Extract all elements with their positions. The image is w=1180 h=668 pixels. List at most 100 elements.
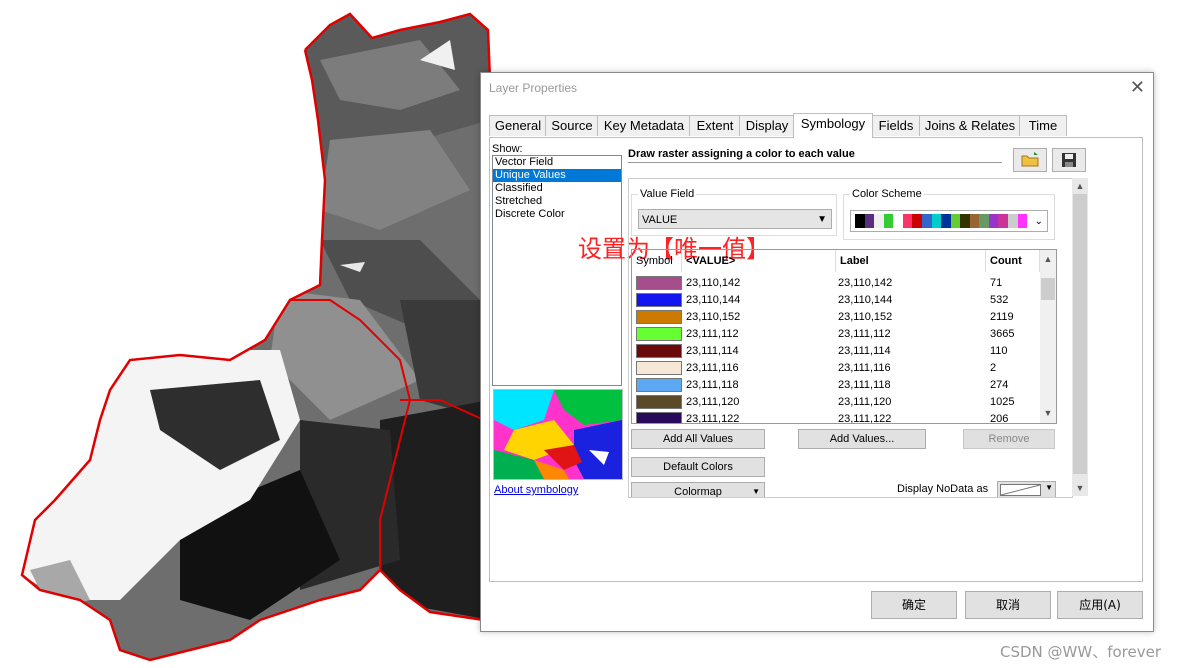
cancel-button[interactable]: 取消: [965, 591, 1051, 619]
show-item-stretched[interactable]: Stretched: [493, 195, 621, 208]
renderer-description: Draw raster assigning a color to each va…: [628, 148, 1002, 163]
scheme-color-swatch: [979, 214, 989, 228]
tab-joins-relates[interactable]: Joins & Relates: [919, 115, 1021, 136]
save-button[interactable]: [1052, 148, 1086, 172]
cell-label: 23,111,116: [838, 362, 891, 374]
show-list[interactable]: Vector Field Unique Values Classified St…: [492, 155, 622, 386]
cell-count: 3665: [990, 328, 1015, 340]
cell-value: 23,111,114: [686, 345, 739, 357]
tab-display[interactable]: Display: [739, 115, 795, 136]
show-item-classified[interactable]: Classified: [493, 182, 621, 195]
cell-label: 23,111,118: [838, 379, 891, 391]
ok-button[interactable]: 确定: [871, 591, 957, 619]
header-count[interactable]: Count: [986, 250, 1040, 272]
symbol-swatch[interactable]: [636, 276, 682, 290]
tab-key-metadata[interactable]: Key Metadata: [597, 115, 691, 136]
apply-button[interactable]: 应用(A): [1057, 591, 1143, 619]
cell-count: 71: [990, 277, 1003, 289]
add-values-button[interactable]: Add Values...: [798, 429, 926, 449]
show-item-unique-values[interactable]: Unique Values: [493, 169, 621, 182]
table-scrollbar[interactable]: ▲ ▼: [1040, 250, 1056, 423]
remove-button[interactable]: Remove: [963, 429, 1055, 449]
show-item-discrete-color[interactable]: Discrete Color: [493, 208, 621, 221]
scroll-down-icon[interactable]: ▼: [1040, 406, 1056, 420]
color-scheme-dropdown[interactable]: ⌄: [850, 210, 1048, 232]
default-colors-button[interactable]: Default Colors: [631, 457, 765, 477]
unique-values-panel: Value Field VALUE ▼ Color Scheme ⌄ Symbo…: [628, 178, 1073, 498]
chevron-down-icon: ▼: [1045, 483, 1053, 492]
tab-extent[interactable]: Extent: [689, 115, 741, 136]
scheme-color-swatch: [912, 214, 922, 228]
save-icon: [1062, 153, 1076, 167]
page-scroll-thumb[interactable]: [1073, 194, 1087, 474]
tab-fields[interactable]: Fields: [871, 115, 921, 136]
scheme-color-swatch: [864, 214, 875, 228]
cell-label: 23,110,142: [838, 277, 893, 289]
cell-value: 23,111,120: [686, 396, 740, 408]
title-bar[interactable]: Layer Properties ✕: [481, 73, 1153, 103]
tab-general[interactable]: General: [489, 115, 547, 136]
symbol-swatch[interactable]: [636, 395, 682, 409]
scheme-color-swatch: [950, 214, 961, 228]
cell-count: 206: [990, 413, 1009, 424]
scheme-color-swatch: [893, 214, 903, 228]
colormap-label: Colormap: [674, 486, 722, 498]
cell-count: 274: [990, 379, 1009, 391]
scroll-down-icon[interactable]: ▼: [1072, 481, 1088, 495]
symbol-swatch[interactable]: [636, 293, 682, 307]
values-table[interactable]: Symbol <VALUE> Label Count 23,110,142 23,…: [631, 249, 1057, 424]
symbol-swatch[interactable]: [636, 310, 682, 324]
table-row[interactable]: 23,111,114 23,111,114 110: [632, 343, 1038, 360]
symbol-swatch[interactable]: [636, 361, 682, 375]
value-field-value: VALUE: [642, 214, 678, 226]
colormap-button[interactable]: Colormap ▼: [631, 482, 765, 498]
page-scrollbar[interactable]: ▲ ▼: [1072, 178, 1088, 496]
table-row[interactable]: 23,110,152 23,110,152 2119: [632, 309, 1038, 326]
about-symbology-link[interactable]: About symbology: [494, 484, 578, 496]
symbol-swatch[interactable]: [636, 412, 682, 423]
table-row[interactable]: 23,111,112 23,111,112 3665: [632, 326, 1038, 343]
cell-label: 23,110,152: [838, 311, 893, 323]
symbol-swatch[interactable]: [636, 327, 682, 341]
add-all-values-button[interactable]: Add All Values: [631, 429, 765, 449]
cell-label: 23,111,114: [838, 345, 891, 357]
header-label[interactable]: Label: [836, 250, 986, 272]
table-scroll-thumb[interactable]: [1041, 278, 1055, 300]
tab-time[interactable]: Time: [1019, 115, 1067, 136]
table-row[interactable]: 23,111,116 23,111,116 2: [632, 360, 1038, 377]
close-icon[interactable]: ✕: [1130, 77, 1145, 98]
nodata-swatch-icon: [1000, 484, 1041, 496]
cell-count: 1025: [990, 396, 1015, 408]
symbol-swatch[interactable]: [636, 378, 682, 392]
header-symbol[interactable]: Symbol: [632, 250, 682, 272]
scheme-color-swatch: [1017, 214, 1028, 228]
table-row[interactable]: 23,111,118 23,111,118 274: [632, 377, 1038, 394]
dialog-title: Layer Properties: [489, 81, 578, 95]
cell-value: 23,111,122: [686, 413, 740, 424]
nodata-color-dropdown[interactable]: ▼: [997, 481, 1056, 497]
table-row[interactable]: 23,110,144 23,110,144 532: [632, 292, 1038, 309]
scroll-up-icon[interactable]: ▲: [1040, 252, 1056, 266]
symbology-preview-image: [493, 389, 623, 480]
cell-value: 23,110,152: [686, 311, 741, 323]
table-row[interactable]: 23,111,122 23,111,122 206: [632, 411, 1038, 424]
cell-value: 23,111,116: [686, 362, 739, 374]
scheme-color-swatch: [921, 214, 932, 228]
scheme-color-swatch: [960, 214, 970, 228]
cell-label: 23,111,112: [838, 328, 891, 340]
scheme-color-swatch: [1008, 214, 1018, 228]
table-row[interactable]: 23,110,142 23,110,142 71: [632, 275, 1038, 292]
cell-count: 110: [990, 345, 1008, 357]
table-row[interactable]: 23,111,120 23,111,120 1025: [632, 394, 1038, 411]
symbol-swatch[interactable]: [636, 344, 682, 358]
scroll-up-icon[interactable]: ▲: [1072, 179, 1088, 193]
scheme-color-swatch: [902, 214, 913, 228]
value-field-dropdown[interactable]: VALUE ▼: [638, 209, 832, 229]
open-folder-button[interactable]: [1013, 148, 1047, 172]
show-item-vector-field[interactable]: Vector Field: [493, 156, 621, 169]
tab-source[interactable]: Source: [545, 115, 599, 136]
tab-symbology[interactable]: Symbology: [793, 113, 873, 138]
chevron-down-icon: ⌄: [1034, 216, 1043, 227]
header-value[interactable]: <VALUE>: [682, 250, 836, 272]
chevron-down-icon: ▼: [752, 487, 760, 496]
